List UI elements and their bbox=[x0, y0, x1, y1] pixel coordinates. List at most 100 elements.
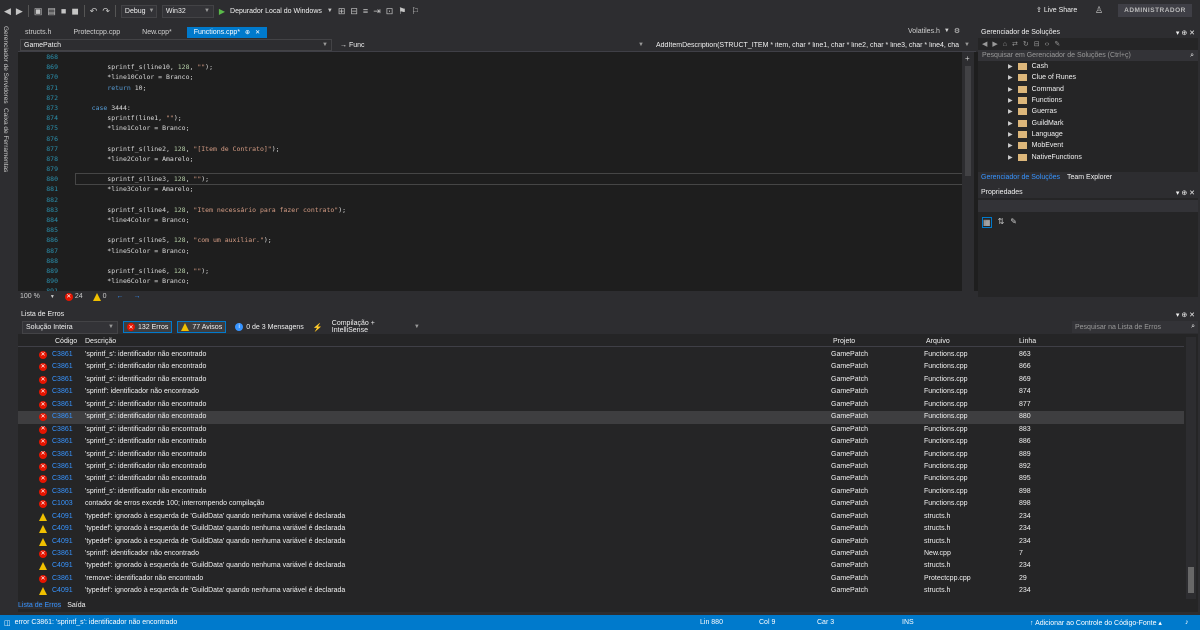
solution-folder-item[interactable]: ▶ Guerras bbox=[984, 106, 1198, 117]
error-code[interactable]: C3861 bbox=[52, 374, 73, 386]
step-icon[interactable]: ⊟ bbox=[350, 6, 358, 16]
error-code[interactable]: C3861 bbox=[52, 424, 73, 436]
warning-count[interactable]: 0 bbox=[92, 292, 107, 301]
column-file[interactable]: Arquivo bbox=[926, 336, 950, 347]
error-row[interactable]: ✕ C3861 'sprintf_s': identificador não enc… bbox=[18, 361, 1184, 373]
code-line[interactable]: *line2Color = Amarelo; bbox=[76, 154, 964, 164]
tab-team-explorer[interactable]: Team Explorer bbox=[1063, 174, 1116, 181]
error-row[interactable]: ✕ C3861 'sprintf_s': identificador não enc… bbox=[18, 349, 1184, 361]
tab-output[interactable]: Saída bbox=[67, 602, 85, 609]
editor-scrollbar[interactable]: + bbox=[962, 52, 974, 291]
expand-icon[interactable]: ▶ bbox=[1008, 63, 1013, 70]
save-icon[interactable]: ■ bbox=[61, 6, 66, 16]
forward-icon[interactable]: ▶ bbox=[992, 40, 997, 48]
solution-folder-item[interactable]: ▶ GuildMark bbox=[984, 117, 1198, 128]
tab-structs[interactable]: structs.h bbox=[18, 27, 58, 38]
expand-icon[interactable]: ▶ bbox=[1008, 108, 1013, 115]
messages-filter-button[interactable]: i0 de 3 Mensagens bbox=[231, 321, 308, 333]
properties-object-select[interactable] bbox=[978, 200, 1198, 212]
expand-icon[interactable]: ▶ bbox=[1008, 142, 1013, 149]
error-row[interactable]: ✕ C3861 'sprintf_s': identificador não enc… bbox=[18, 374, 1184, 386]
save-all-icon[interactable]: ◼ bbox=[71, 6, 78, 16]
error-code[interactable]: C3861 bbox=[52, 386, 73, 398]
collapse-icon[interactable]: ⊟ bbox=[1034, 40, 1040, 48]
toolbox-tab[interactable]: Caixa de Ferramentas bbox=[2, 108, 9, 172]
solution-search-input[interactable]: Pesquisar em Gerenciador de Soluções (Ct… bbox=[978, 50, 1198, 61]
scroll-thumb[interactable] bbox=[965, 66, 971, 176]
error-code[interactable]: C4091 bbox=[52, 511, 73, 523]
code-icon[interactable]: ‹› bbox=[1045, 41, 1050, 48]
platform-select[interactable]: Win32 ▼ bbox=[161, 4, 214, 18]
attach-icon[interactable]: ⊞ bbox=[338, 6, 346, 16]
source-control-button[interactable]: ↑ Adicionar ao Controle do Código-Fonte … bbox=[1030, 619, 1162, 627]
scope-select[interactable]: → Func ▼ bbox=[336, 39, 648, 51]
solution-folder-item[interactable]: ▶ MobEvent bbox=[984, 140, 1198, 151]
notifications-icon[interactable]: ♪ bbox=[1185, 619, 1189, 626]
status-char[interactable]: Car 3 bbox=[817, 619, 834, 626]
code-line[interactable] bbox=[76, 93, 964, 103]
status-insert-mode[interactable]: INS bbox=[902, 619, 914, 626]
bookmark-icon[interactable]: ⚑ bbox=[398, 6, 406, 16]
tab-solution-explorer[interactable]: Gerenciador de Soluções bbox=[978, 174, 1063, 181]
tab-error-list[interactable]: Lista de Erros bbox=[18, 602, 62, 609]
error-code[interactable]: C3861 bbox=[52, 461, 73, 473]
error-code[interactable]: C3861 bbox=[52, 573, 73, 585]
solution-folder-item[interactable]: ▶ Clue of Runes bbox=[984, 72, 1198, 83]
error-row[interactable]: ✕ C3861 'sprintf_s': identificador não enc… bbox=[18, 473, 1184, 485]
home-icon[interactable]: ⌂ bbox=[1003, 41, 1007, 48]
code-line[interactable]: *line1Color = Branco; bbox=[76, 123, 964, 133]
expand-icon[interactable]: ▶ bbox=[1008, 131, 1013, 138]
error-row[interactable]: ✕ C3861 'sprintf_s': identificador não enc… bbox=[18, 486, 1184, 498]
error-row[interactable]: C4091 'typedef': ignorado à esquerda de '… bbox=[18, 523, 1184, 535]
code-line[interactable]: case 3444: bbox=[76, 103, 964, 113]
panel-controls-icon[interactable]: ▾ ⊕ ✕ bbox=[1176, 311, 1195, 319]
wrench-icon[interactable]: ✎ bbox=[1054, 40, 1060, 48]
error-code[interactable]: C3861 bbox=[52, 449, 73, 461]
error-count[interactable]: ✕ 24 bbox=[64, 292, 83, 301]
error-row[interactable]: C4091 'typedef': ignorado à esquerda de '… bbox=[18, 511, 1184, 523]
run-dropdown-icon[interactable]: ▼ bbox=[327, 8, 333, 14]
column-line[interactable]: Linha bbox=[1019, 336, 1036, 347]
error-code[interactable]: C3861 bbox=[52, 436, 73, 448]
build-filter-select[interactable]: Compilação + IntelliSense ▼ bbox=[327, 320, 424, 334]
error-row[interactable]: C4091 'typedef': ignorado à esquerda de '… bbox=[18, 536, 1184, 548]
categorized-icon[interactable]: ▦ bbox=[982, 217, 992, 228]
solution-folder-item[interactable]: ▶ Cash bbox=[984, 61, 1198, 72]
sync-icon[interactable]: ⇄ bbox=[1012, 40, 1018, 48]
code-line[interactable]: *line3Color = Amarelo; bbox=[76, 184, 964, 194]
close-icon[interactable]: ✕ bbox=[255, 29, 260, 36]
code-line[interactable]: sprintf_s(line4, 128, "Item necessário p… bbox=[76, 205, 964, 215]
tab-volatiles[interactable]: Volatiles.h ▼ ⚙ bbox=[908, 27, 960, 36]
error-code[interactable]: C3861 bbox=[52, 399, 73, 411]
error-code[interactable]: C3861 bbox=[52, 548, 73, 560]
code-area[interactable]: sprintf_s(line10, 128, ""); *line10Color… bbox=[75, 52, 965, 291]
error-row[interactable]: ✕ C3861 'sprintf_s': identificador não enc… bbox=[18, 399, 1184, 411]
bookmark-next-icon[interactable]: ⚐ bbox=[411, 6, 419, 16]
error-code[interactable]: C4091 bbox=[52, 536, 73, 548]
error-row[interactable]: ✕ C3861 'remove': identificador não encont… bbox=[18, 573, 1184, 585]
code-line[interactable]: sprintf_s(line10, 128, ""); bbox=[76, 62, 964, 72]
gear-icon[interactable]: ⚙ bbox=[954, 27, 960, 35]
status-column[interactable]: Col 9 bbox=[759, 619, 775, 626]
error-code[interactable]: C3861 bbox=[52, 361, 73, 373]
error-code[interactable]: C4091 bbox=[52, 523, 73, 535]
code-line[interactable]: sprintf(line1, ""); bbox=[76, 113, 964, 123]
code-line[interactable]: sprintf_s(line6, 128, ""); bbox=[76, 266, 964, 276]
indent-icon[interactable]: ⇥ bbox=[373, 6, 381, 16]
member-select[interactable]: AddItemDescription(STRUCT_ITEM * item, c… bbox=[652, 39, 974, 51]
filter-icon[interactable]: ⚡ bbox=[313, 323, 323, 332]
new-project-icon[interactable]: ▣ bbox=[34, 6, 43, 16]
alphabetical-icon[interactable]: ⇅ bbox=[998, 217, 1005, 228]
solution-folder-item[interactable]: ▶ Functions bbox=[984, 95, 1198, 106]
open-icon[interactable]: ▤ bbox=[47, 6, 56, 16]
error-code[interactable]: C3861 bbox=[52, 411, 73, 423]
column-description[interactable]: Descrição bbox=[85, 336, 116, 347]
align-icon[interactable]: ≡ bbox=[363, 6, 368, 16]
warnings-filter-button[interactable]: 77 Avisos bbox=[177, 321, 227, 333]
error-code[interactable]: C4091 bbox=[52, 585, 73, 597]
expand-icon[interactable]: ▶ bbox=[1008, 154, 1013, 161]
error-row[interactable]: ✕ C3861 'sprintf_s': identificador não enc… bbox=[18, 449, 1184, 461]
zoom-level[interactable]: 100 % bbox=[20, 293, 40, 300]
solution-folder-item[interactable]: ▶ NativeFunctions bbox=[984, 151, 1198, 162]
code-line[interactable]: return 10; bbox=[76, 83, 964, 93]
